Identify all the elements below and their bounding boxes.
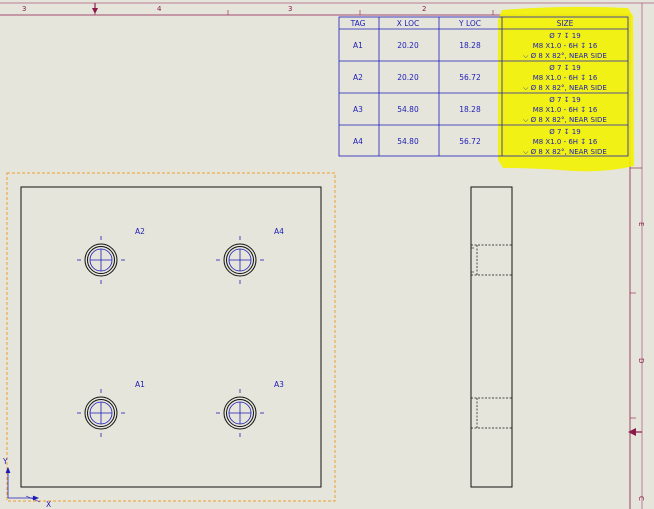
zone-label-top: 4 bbox=[157, 5, 162, 13]
table-header-xloc: X LOC bbox=[397, 19, 420, 28]
coordinate-triad bbox=[5, 466, 41, 503]
hole-group[interactable] bbox=[77, 236, 264, 437]
table-cell-size-line: ⌵ Ø 8 X 82°, NEAR SIDE bbox=[523, 148, 607, 156]
table-cell-size-line: Ø 7 ↧ 19 bbox=[549, 128, 580, 136]
triad-y-label: Y bbox=[2, 457, 8, 466]
zone-label-right: D bbox=[637, 358, 645, 363]
table-cell-tag: A4 bbox=[353, 137, 363, 146]
table-header-yloc: Y LOC bbox=[458, 19, 481, 28]
hole-label-a2: A2 bbox=[135, 227, 145, 236]
table-cell-xloc: 20.20 bbox=[397, 73, 419, 82]
hole-label-a4: A4 bbox=[274, 227, 284, 236]
table-cell-yloc: 56.72 bbox=[459, 137, 481, 146]
triad-x-label: X bbox=[46, 500, 51, 509]
table-cell-size-line: ⌵ Ø 8 X 82°, NEAR SIDE bbox=[523, 52, 607, 60]
table-cell-size-line: M8 X1.0 - 6H ↧ 16 bbox=[533, 74, 598, 82]
table-cell-size-line: Ø 7 ↧ 19 bbox=[549, 96, 580, 104]
table-cell-yloc: 18.28 bbox=[459, 105, 481, 114]
table-cell-tag: A3 bbox=[353, 105, 363, 114]
table-cell-xloc: 54.80 bbox=[397, 137, 419, 146]
table-header-tag: TAG bbox=[350, 19, 366, 28]
table-cell-size-line: ⌵ Ø 8 X 82°, NEAR SIDE bbox=[523, 84, 607, 92]
front-view-selection-box[interactable] bbox=[6, 172, 336, 502]
table-cell-size-line: M8 X1.0 - 6H ↧ 16 bbox=[533, 42, 598, 50]
right-center-arrow-icon bbox=[628, 428, 636, 436]
zone-label-top: 3 bbox=[22, 5, 26, 13]
zone-label-top: 2 bbox=[422, 5, 426, 13]
table-cell-size-line: M8 X1.0 - 6H ↧ 16 bbox=[533, 138, 598, 146]
table-cell-size-line: Ø 7 ↧ 19 bbox=[549, 32, 580, 40]
table-cell-xloc: 20.20 bbox=[397, 41, 419, 50]
table-cell-size-line: M8 X1.0 - 6H ↧ 16 bbox=[533, 106, 598, 114]
table-cell-yloc: 18.28 bbox=[459, 41, 481, 50]
zone-label-right: E bbox=[637, 222, 645, 226]
hole-a4[interactable] bbox=[216, 236, 264, 284]
hole-label-a1: A1 bbox=[135, 380, 145, 389]
hole-label-a3: A3 bbox=[274, 380, 284, 389]
table-cell-xloc: 54.80 bbox=[397, 105, 419, 114]
table-cell-tag: A2 bbox=[353, 73, 363, 82]
table-cell-tag: A1 bbox=[353, 41, 363, 50]
hole-a3[interactable] bbox=[216, 389, 264, 437]
hole-a1[interactable] bbox=[77, 389, 125, 437]
hole-a2[interactable] bbox=[77, 236, 125, 284]
drawing-sheet[interactable]: 3 4 3 2 E D C TAG X LOC Y LOC SIZE A1 20… bbox=[0, 0, 654, 509]
zone-label-top: 3 bbox=[288, 5, 292, 13]
table-cell-size-line: ⌵ Ø 8 X 82°, NEAR SIDE bbox=[523, 116, 607, 124]
table-header-size: SIZE bbox=[557, 19, 574, 28]
table-cell-yloc: 56.72 bbox=[459, 73, 481, 82]
zone-label-right: C bbox=[637, 496, 645, 501]
side-view[interactable] bbox=[470, 186, 513, 488]
table-cell-size-line: Ø 7 ↧ 19 bbox=[549, 64, 580, 72]
